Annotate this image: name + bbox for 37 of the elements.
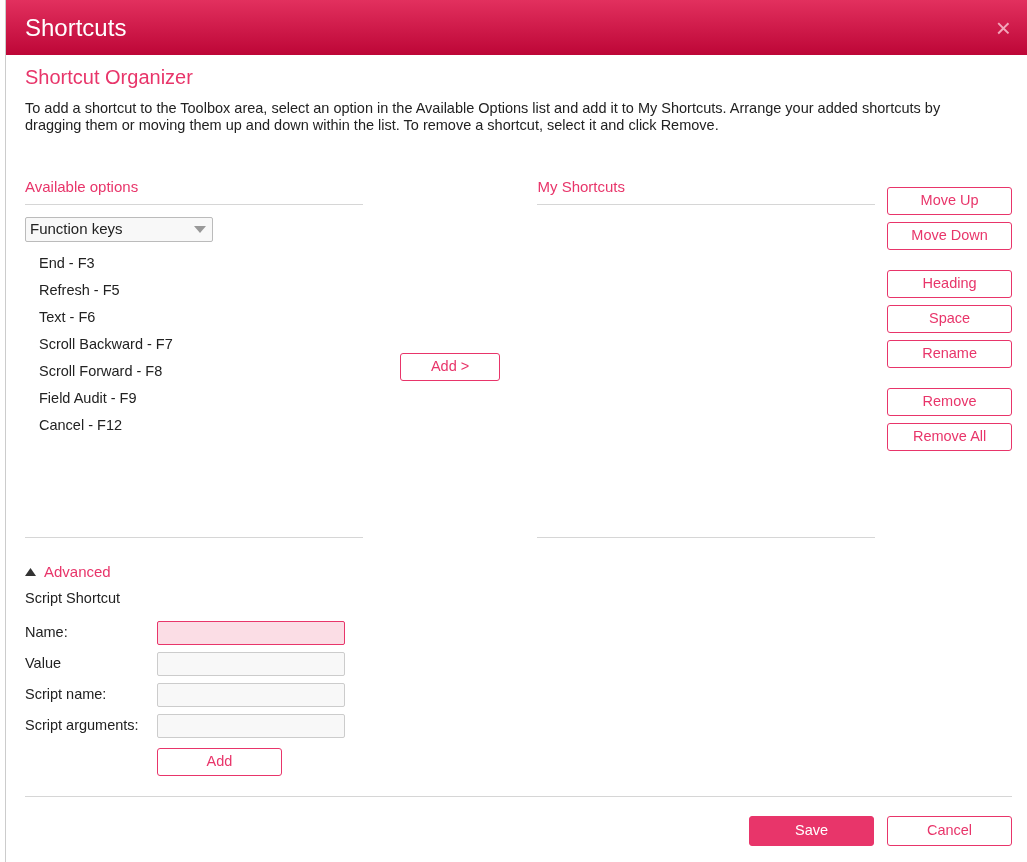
option-item[interactable]: Field Audit - F9	[25, 384, 363, 412]
input-field[interactable]	[157, 714, 345, 739]
close-button[interactable]: ×	[995, 14, 1011, 41]
action-button[interactable]: Heading	[887, 270, 1012, 298]
option-item[interactable]: End - F3	[25, 249, 363, 277]
field-label: Name:	[25, 623, 69, 643]
field-label: Script arguments:	[25, 716, 140, 736]
input-field[interactable]	[157, 652, 345, 677]
description-text: To add a shortcut to the Toolbox area, select an option in the Available Options list and add it to My Shortcuts. Arrange your added shortcuts by dragging them or moving them up and down within the list. To remove a shortcut, select it and click Remove.	[25, 100, 942, 134]
save-button[interactable]: Save	[749, 815, 874, 846]
option-item[interactable]: Text - F6	[25, 303, 363, 331]
collapse-triangle-icon[interactable]	[25, 568, 36, 576]
action-button[interactable]: Space	[887, 305, 1012, 333]
window-title: Shortcuts	[25, 12, 127, 43]
option-item[interactable]: Scroll Forward - F8	[25, 357, 363, 385]
option-item[interactable]: Refresh - F5	[25, 276, 363, 304]
action-button[interactable]: Remove	[887, 388, 1012, 416]
field-label: Script name:	[25, 685, 108, 705]
column-heading: My Shortcuts	[537, 176, 876, 205]
field-label: Value	[25, 654, 62, 674]
action-button[interactable]: Rename	[887, 340, 1012, 368]
advanced-toggle[interactable]: Advanced	[44, 560, 111, 584]
action-button[interactable]: Move Up	[887, 187, 1012, 215]
option-item[interactable]: Scroll Backward - F7	[25, 330, 363, 358]
action-button[interactable]: Move Down	[887, 222, 1012, 250]
category-dropdown[interactable]: Function keys	[25, 216, 213, 242]
section-heading: Shortcut Organizer	[25, 65, 194, 89]
option-item[interactable]: Cancel - F12	[25, 411, 363, 439]
cancel-button[interactable]: Cancel	[887, 815, 1012, 846]
action-button[interactable]: Remove All	[887, 423, 1012, 451]
input-field[interactable]	[157, 683, 345, 708]
add-script-button[interactable]: Add	[157, 747, 282, 776]
dropdown-caret-icon	[194, 225, 206, 233]
section-label: Script Shortcut	[25, 589, 122, 608]
column-heading: Available options	[25, 176, 363, 205]
add-button[interactable]: Add >	[400, 353, 501, 381]
input-field[interactable]	[157, 621, 345, 646]
